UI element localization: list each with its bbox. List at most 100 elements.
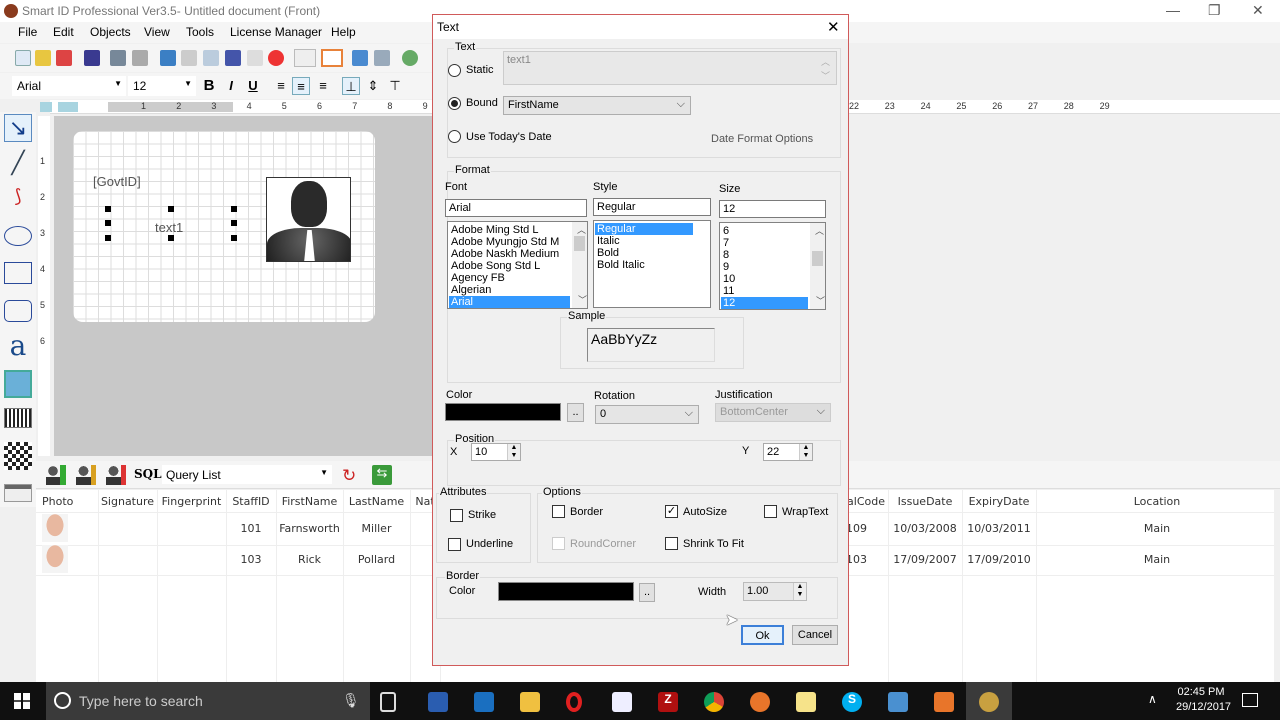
taskbar-app-icon[interactable] xyxy=(934,692,954,712)
file-explorer-icon[interactable] xyxy=(520,692,540,712)
text-color-swatch[interactable] xyxy=(445,403,561,421)
notifications-icon[interactable] xyxy=(1242,693,1258,707)
list-item[interactable]: Adobe Myungjo Std M xyxy=(449,236,570,248)
list-item[interactable]: Agency FB xyxy=(449,272,570,284)
vertical-scrollbar[interactable] xyxy=(1274,490,1280,682)
pointer-tool-icon[interactable]: ↘ xyxy=(4,114,32,142)
barcode-tool-icon[interactable] xyxy=(4,408,32,428)
sql-icon[interactable]: SQL xyxy=(134,467,162,481)
menu-objects[interactable]: Objects xyxy=(90,25,131,39)
undo-icon[interactable] xyxy=(160,50,176,66)
resize-handle[interactable] xyxy=(105,206,111,212)
list-item[interactable]: Regular xyxy=(595,223,693,235)
polyline-tool-icon[interactable]: ⟆ xyxy=(4,186,32,214)
underline-button[interactable]: U xyxy=(244,77,262,95)
scroll-up-icon[interactable]: ︿ xyxy=(574,224,587,236)
tray-chevron-icon[interactable]: ∧ xyxy=(1148,692,1157,706)
sticky-notes-icon[interactable] xyxy=(796,692,816,712)
resize-handle[interactable] xyxy=(168,206,174,212)
list-item[interactable]: Adobe Song Std L xyxy=(449,260,570,272)
column-header-expirydate[interactable]: ExpiryDate xyxy=(962,495,1036,508)
delete-record-icon[interactable] xyxy=(106,465,126,485)
align-left-icon[interactable]: ≡ xyxy=(272,77,290,95)
column-header-issuedate[interactable]: IssueDate xyxy=(888,495,962,508)
windows-start-icon[interactable] xyxy=(14,693,30,709)
size-select[interactable]: 12 ▼ xyxy=(128,76,196,96)
ok-button[interactable]: Ok xyxy=(741,625,784,645)
layers-icon[interactable] xyxy=(374,50,390,66)
open-icon[interactable] xyxy=(35,50,51,66)
list-item[interactable]: 10 xyxy=(721,273,808,285)
static-text-input[interactable]: text1 ︿ ﹀ xyxy=(503,51,837,85)
spinner-arrows-icon[interactable]: ▲ ▼ xyxy=(507,444,520,460)
skype-icon[interactable]: S xyxy=(842,692,862,712)
border-width-spinner[interactable]: 1.00 ▲ ▼ xyxy=(743,582,807,601)
menu-edit[interactable]: Edit xyxy=(53,25,74,39)
valign-bottom-icon[interactable]: ⊥ xyxy=(342,77,360,95)
column-header-fingerprint[interactable]: Fingerprint xyxy=(157,495,226,508)
resize-handle[interactable] xyxy=(105,235,111,241)
restore-button[interactable]: ❐ xyxy=(1208,2,1221,19)
font-select[interactable]: Arial ▼ xyxy=(12,76,126,96)
column-header-staffid[interactable]: StaffID xyxy=(226,495,276,508)
date-format-options[interactable]: Date Format Options xyxy=(711,133,813,145)
image-icon[interactable] xyxy=(352,50,368,66)
swap-icon[interactable]: ⇆ xyxy=(372,465,392,485)
qrcode-tool-icon[interactable] xyxy=(4,442,32,470)
image-tool-icon[interactable] xyxy=(4,370,32,398)
column-header-location[interactable]: Location xyxy=(1036,495,1278,508)
list-item[interactable]: Arial xyxy=(449,296,570,308)
menu-help[interactable]: Help xyxy=(331,25,356,39)
menu-file[interactable]: File xyxy=(18,25,37,39)
back-side-icon[interactable] xyxy=(321,49,343,67)
rectangle-tool-icon[interactable] xyxy=(4,262,32,284)
properties-icon[interactable] xyxy=(110,50,126,66)
opera-icon[interactable] xyxy=(566,692,582,712)
list-item[interactable]: Bold xyxy=(595,247,693,259)
shrink-to-fit-checkbox[interactable] xyxy=(665,537,678,550)
scroll-down-icon[interactable]: ﹀ xyxy=(812,295,825,307)
valign-top-icon[interactable]: ⊤ xyxy=(386,77,404,95)
clock[interactable]: 02:45 PM 29/12/2017 xyxy=(1176,686,1231,713)
microphone-icon[interactable]: 🎙 xyxy=(342,692,360,709)
list-item[interactable]: Adobe Ming Std L xyxy=(449,224,570,236)
y-spinner[interactable]: 22 ▲ ▼ xyxy=(763,443,813,461)
scroll-down-icon[interactable]: ﹀ xyxy=(574,294,587,306)
list-item[interactable]: Bold Italic xyxy=(595,259,693,271)
minimize-button[interactable]: — xyxy=(1166,2,1180,18)
column-header-lastname[interactable]: LastName xyxy=(343,495,410,508)
size-input[interactable]: 12 xyxy=(719,200,826,218)
ellipse-tool-icon[interactable] xyxy=(4,226,32,246)
delete-icon[interactable] xyxy=(268,50,284,66)
copy-icon[interactable] xyxy=(203,50,219,66)
print-icon[interactable] xyxy=(132,50,148,66)
font-list[interactable]: Adobe Ming Std L Adobe Myungjo Std M Adobe… xyxy=(447,221,588,309)
strike-checkbox[interactable] xyxy=(450,509,463,522)
front-side-icon[interactable] xyxy=(294,49,316,67)
cancel-button[interactable]: Cancel xyxy=(792,625,838,645)
column-header-signature[interactable]: Signature xyxy=(98,495,157,508)
valign-middle-icon[interactable]: ⇕ xyxy=(364,77,382,95)
taskbar-search-box[interactable]: Type here to search 🎙 xyxy=(46,682,370,720)
photo-placeholder[interactable] xyxy=(266,177,351,262)
align-right-icon[interactable]: ≡ xyxy=(314,77,332,95)
close-window-button[interactable]: ✕ xyxy=(1252,2,1264,19)
border-color-picker-button[interactable]: .. xyxy=(639,583,655,602)
bound-field-select[interactable]: FirstName ⌵ xyxy=(503,96,691,115)
rotation-select[interactable]: 0 ⌵ xyxy=(595,405,699,424)
taskbar-app-icon[interactable] xyxy=(612,692,632,712)
menu-view[interactable]: View xyxy=(144,25,170,39)
magstripe-tool-icon[interactable] xyxy=(4,484,32,502)
close-doc-icon[interactable] xyxy=(56,50,72,66)
text-color-picker-button[interactable]: .. xyxy=(567,403,584,422)
border-checkbox[interactable] xyxy=(552,505,565,518)
italic-button[interactable]: I xyxy=(222,77,240,95)
scrollbar-thumb[interactable] xyxy=(812,251,823,266)
border-color-swatch[interactable] xyxy=(498,582,634,601)
list-item[interactable]: 9 xyxy=(721,261,808,273)
cut-icon[interactable] xyxy=(225,50,241,66)
list-item[interactable]: 8 xyxy=(721,249,808,261)
taskbar-app-icon[interactable] xyxy=(888,692,908,712)
wraptext-checkbox[interactable] xyxy=(764,505,777,518)
chrome-icon[interactable] xyxy=(704,692,724,712)
